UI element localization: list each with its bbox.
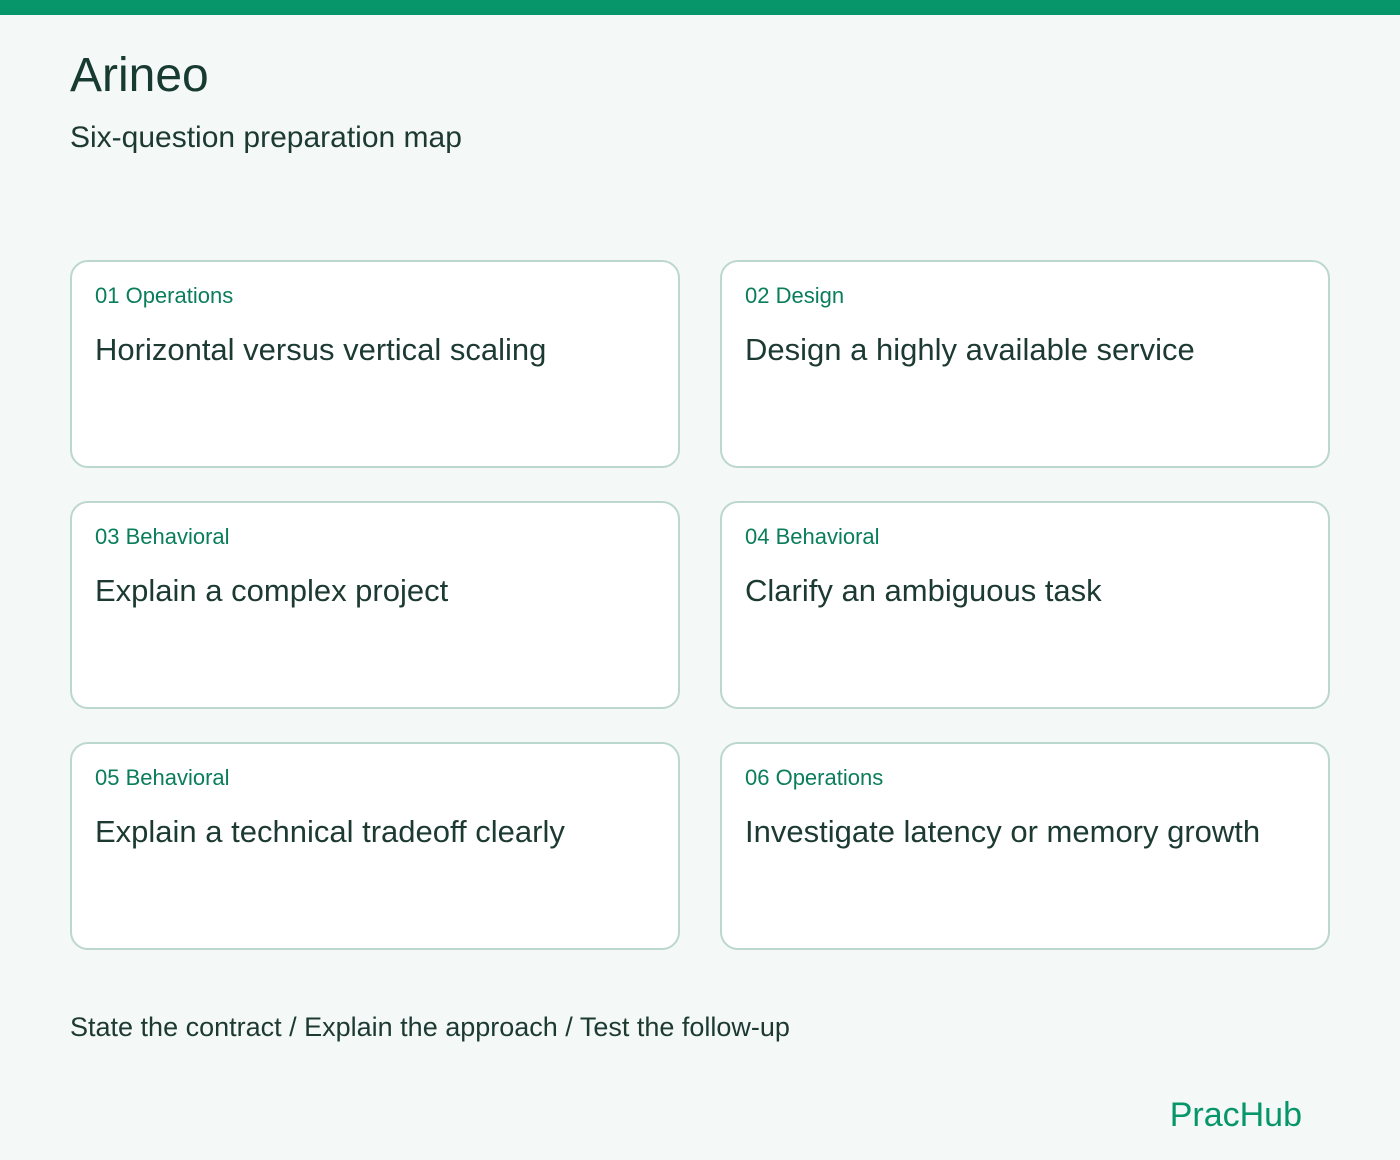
question-card-03[interactable]: 03 Behavioral Explain a complex project	[70, 501, 680, 709]
card-category-label: 03 Behavioral	[95, 524, 230, 549]
question-card-05[interactable]: 05 Behavioral Explain a technical tradeo…	[70, 742, 680, 950]
card-category-label: 04 Behavioral	[745, 524, 880, 549]
card-category-label: 02 Design	[745, 283, 845, 308]
card-category-label: 05 Behavioral	[95, 765, 230, 790]
card-question-title: Clarify an ambiguous task	[745, 573, 1102, 608]
card-question-title: Explain a technical tradeoff clearly	[95, 814, 565, 849]
top-accent-bar	[0, 0, 1400, 15]
question-card-04[interactable]: 04 Behavioral Clarify an ambiguous task	[720, 501, 1330, 709]
page-title: Arineo	[70, 49, 209, 102]
card-question-title: Explain a complex project	[95, 573, 449, 608]
question-grid: 01 Operations Horizontal versus vertical…	[70, 260, 1330, 950]
card-question-title: Horizontal versus vertical scaling	[95, 332, 547, 367]
brand-logo-text: PracHub	[1169, 1096, 1302, 1134]
card-category-label: 01 Operations	[95, 283, 234, 308]
card-question-title: Design a highly available service	[745, 332, 1195, 367]
question-card-06[interactable]: 06 Operations Investigate latency or mem…	[720, 742, 1330, 950]
approach-steps-note: State the contract / Explain the approac…	[70, 1012, 790, 1042]
card-category-label: 06 Operations	[745, 765, 884, 790]
page-subtitle: Six-question preparation map	[70, 121, 462, 154]
card-question-title: Investigate latency or memory growth	[745, 814, 1261, 849]
question-card-02[interactable]: 02 Design Design a highly available serv…	[720, 260, 1330, 468]
question-card-01[interactable]: 01 Operations Horizontal versus vertical…	[70, 260, 680, 468]
